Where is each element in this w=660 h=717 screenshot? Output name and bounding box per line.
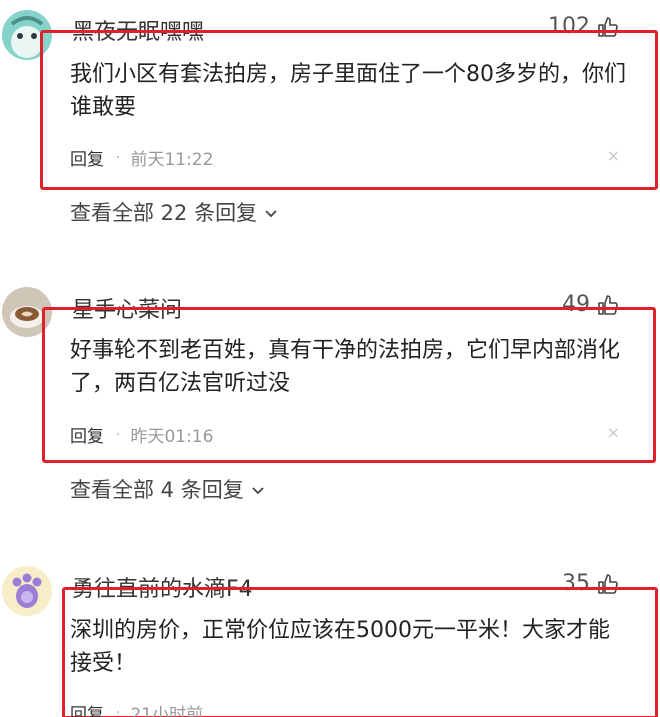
user-avatar-icon bbox=[2, 566, 52, 616]
timestamp: 前天11:22 bbox=[130, 150, 214, 170]
close-icon[interactable]: × bbox=[607, 423, 620, 442]
reply-button[interactable]: 回复 bbox=[70, 422, 104, 447]
comment-text: 深圳的房价，正常价位应该在5000元一平米！大家才能接受！ bbox=[70, 618, 610, 676]
reply-button[interactable]: 回复 bbox=[70, 700, 104, 717]
comment-meta: 回复 · 21小时前 bbox=[70, 700, 203, 717]
close-icon[interactable]: × bbox=[607, 146, 620, 165]
avatar[interactable] bbox=[2, 566, 52, 616]
timestamp: 21小时前 bbox=[130, 705, 204, 717]
reply-button[interactable]: 回复 bbox=[70, 145, 104, 170]
comment-text: 我们小区有套法拍房，房子里面住了一个80多岁的，你们谁敢要 bbox=[70, 62, 626, 120]
comment-meta: 回复 · 前天11:22 bbox=[70, 145, 214, 171]
timestamp: 昨天01:16 bbox=[130, 427, 214, 447]
meta-separator: · bbox=[116, 704, 121, 717]
meta-separator: · bbox=[116, 426, 121, 443]
comment-meta: 回复 · 昨天01:16 bbox=[70, 422, 214, 448]
view-all-replies-link[interactable]: 查看全部 22 条回复 bbox=[70, 197, 279, 227]
view-all-replies-link[interactable]: 查看全部 4 条回复 bbox=[70, 474, 266, 504]
chevron-down-icon bbox=[265, 209, 277, 217]
meta-separator: · bbox=[116, 149, 121, 166]
view-all-replies-label: 查看全部 4 条回复 bbox=[70, 478, 244, 502]
comment-text: 好事轮不到老百姓，真有干净的法拍房，它们早内部消化了，两百亿法官听过没 bbox=[70, 338, 621, 396]
view-all-replies-label: 查看全部 22 条回复 bbox=[70, 201, 258, 225]
chevron-down-icon bbox=[252, 486, 264, 494]
